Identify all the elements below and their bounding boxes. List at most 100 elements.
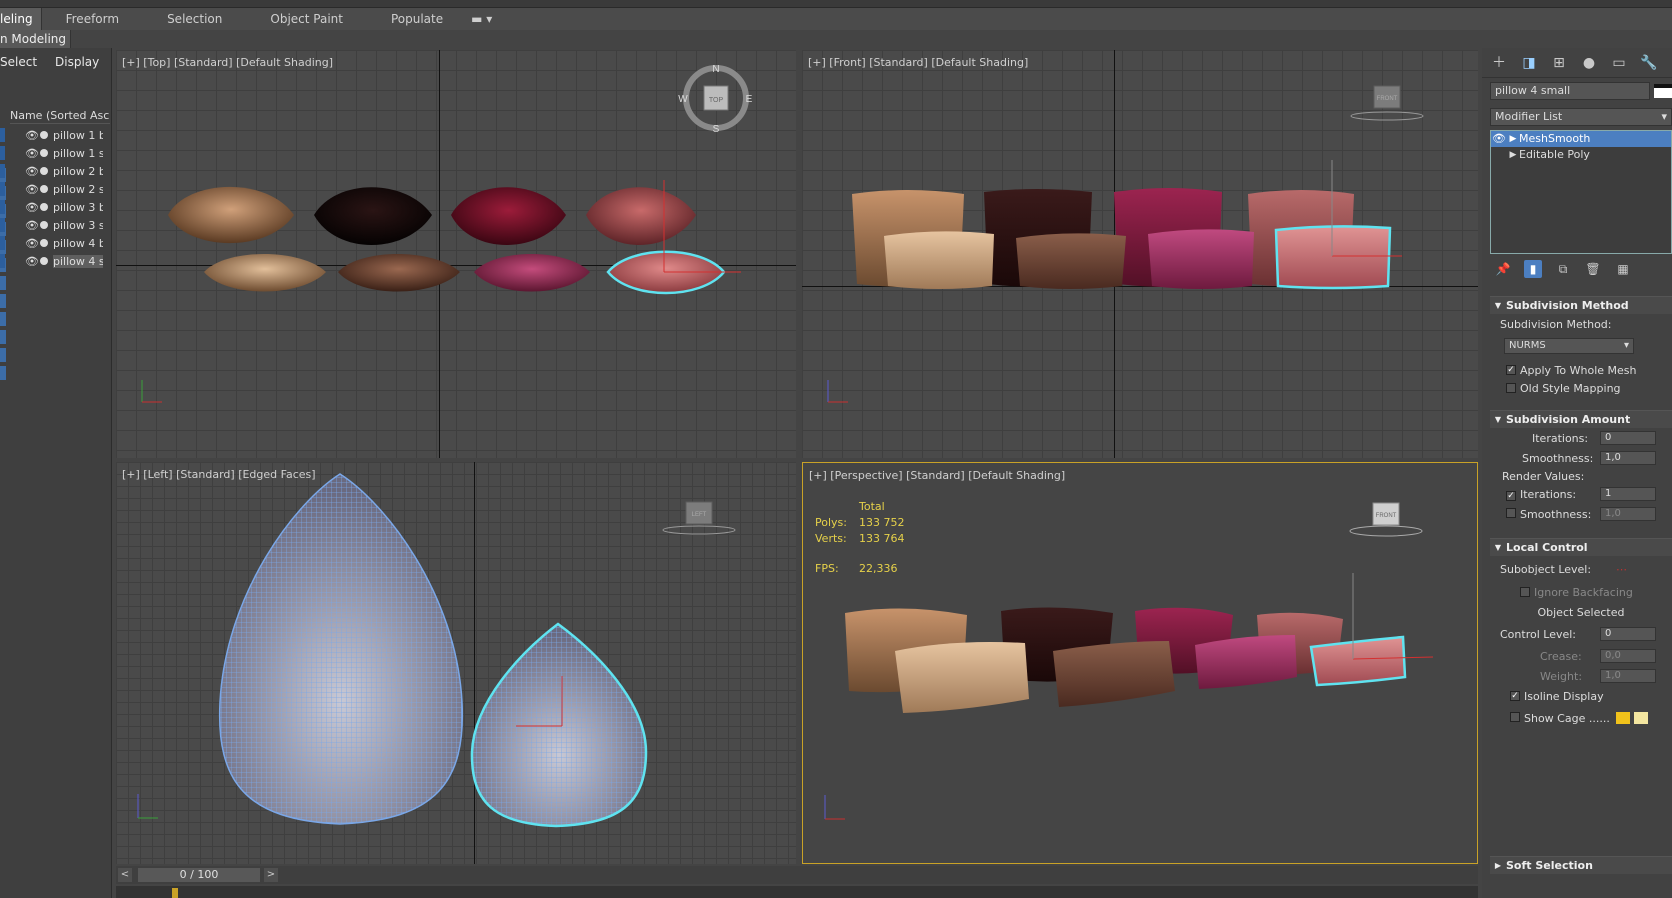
utilities-tab-icon[interactable]: 🔧: [1640, 54, 1658, 72]
front-view-scene: FRONT: [827, 85, 1424, 403]
eye-icon[interactable]: 👁: [25, 255, 39, 268]
crease-spinner[interactable]: 0,0: [1600, 649, 1656, 663]
cage-selection-color-swatch[interactable]: [1633, 712, 1648, 724]
command-panel: ＋ ◨ ⊞ ● ▭ 🔧 pillow 4 small Modifier List…: [1482, 48, 1672, 898]
next-frame-button[interactable]: >: [264, 868, 278, 882]
rollout-header[interactable]: ▼ Subdivision Method: [1490, 296, 1672, 314]
filter-icon[interactable]: [0, 348, 6, 362]
rollout-header[interactable]: ▼ Local Control: [1490, 538, 1672, 556]
pin-icon[interactable]: 📌: [1494, 260, 1512, 278]
render-iterations-checkbox[interactable]: ✓ Iterations:: [1506, 488, 1576, 501]
configure-icon[interactable]: ▦: [1614, 260, 1632, 278]
eye-icon[interactable]: 👁: [1491, 131, 1507, 147]
old-style-mapping-checkbox[interactable]: Old Style Mapping: [1490, 380, 1672, 396]
eye-icon[interactable]: 👁: [25, 183, 39, 196]
stack-item-editable-poly[interactable]: ▶ Editable Poly: [1491, 147, 1671, 163]
viewport-front[interactable]: [+] [Front] [Standard] [Default Shading]…: [802, 50, 1478, 458]
ribbon-options-icon[interactable]: ▬ ▾: [467, 8, 496, 30]
ribbon-subbar: n Modeling: [0, 30, 1672, 48]
modifier-stack: 👁 ▶ MeshSmooth ▶ Editable Poly: [1490, 130, 1672, 254]
command-panel-tabs: ＋ ◨ ⊞ ● ▭ 🔧: [1482, 48, 1672, 78]
object-name: pillow 4 sm: [53, 254, 103, 268]
ribbon-panel-label[interactable]: n Modeling: [0, 30, 72, 48]
stack-item-label: Editable Poly: [1519, 148, 1590, 161]
object-icon: [40, 167, 48, 175]
show-cage-checkbox[interactable]: Show Cage ......: [1510, 711, 1610, 725]
render-smoothness-spinner[interactable]: 1,0: [1600, 507, 1656, 521]
filter-icon[interactable]: [0, 276, 6, 290]
stack-item-meshsmooth[interactable]: 👁 ▶ MeshSmooth: [1491, 131, 1671, 147]
apply-whole-mesh-checkbox[interactable]: ✓ Apply To Whole Mesh: [1490, 360, 1672, 380]
track-bar[interactable]: [116, 886, 1478, 898]
filter-icon[interactable]: [0, 330, 6, 344]
viewport-perspective[interactable]: [+] [Perspective] [Standard] [Default Sh…: [802, 462, 1478, 864]
isoline-display-checkbox[interactable]: ✓ Isoline Display: [1490, 686, 1672, 706]
eye-icon[interactable]: 👁: [25, 129, 39, 142]
create-tab-icon[interactable]: ＋: [1490, 54, 1508, 72]
explorer-menu-select[interactable]: Select: [0, 55, 37, 69]
explorer-menu-display[interactable]: Display: [55, 55, 99, 69]
iterations-spinner[interactable]: 0: [1600, 431, 1656, 445]
tab-modeling[interactable]: leling: [0, 8, 42, 30]
eye-icon[interactable]: 👁: [25, 165, 39, 178]
subdivision-method-dropdown[interactable]: NURMS ▾: [1504, 338, 1634, 354]
modifier-list-dropdown[interactable]: Modifier List ▾: [1490, 108, 1672, 126]
list-item[interactable]: 👁 pillow 3 big: [0, 198, 112, 216]
list-item[interactable]: 👁 pillow 1 big: [0, 126, 112, 144]
eye-icon[interactable]: 👁: [25, 201, 39, 214]
eye-icon[interactable]: 👁: [25, 219, 39, 232]
expand-icon[interactable]: ▶: [1507, 147, 1519, 163]
trash-icon[interactable]: 🗑: [1584, 260, 1602, 278]
rollout-header[interactable]: ▼ Subdivision Amount: [1490, 410, 1672, 428]
list-item[interactable]: 👁 pillow 3 sm: [0, 216, 112, 234]
filter-icon[interactable]: [0, 366, 6, 380]
tab-freeform[interactable]: Freeform: [42, 8, 143, 30]
rollout-local-control: ▼ Local Control Subobject Level: ⋯ Ignore …: [1490, 538, 1672, 730]
make-unique-icon[interactable]: ⧉: [1554, 260, 1572, 278]
render-iterations-spinner[interactable]: 1: [1600, 487, 1656, 501]
viewport-top[interactable]: [+] [Top] [Standard] [Default Shading] T…: [116, 50, 796, 458]
ignore-backfacing-checkbox[interactable]: Ignore Backfacing: [1490, 582, 1672, 602]
time-slider[interactable]: 0 / 100: [138, 868, 260, 882]
object-selected-text: Object Selected: [1537, 605, 1625, 619]
perspective-scene: FRONT: [824, 502, 1434, 820]
render-smoothness-checkbox[interactable]: Smoothness:: [1506, 507, 1591, 521]
cage-color-swatch[interactable]: [1615, 712, 1630, 724]
tab-selection[interactable]: Selection: [143, 8, 246, 30]
object-icon: [40, 257, 48, 265]
list-item[interactable]: 👁 pillow 4 big: [0, 234, 112, 252]
rollout-subdivision-method: ▼ Subdivision Method Subdivision Method: …: [1490, 296, 1672, 396]
tab-object-paint[interactable]: Object Paint: [246, 8, 367, 30]
filter-icon[interactable]: [0, 294, 6, 308]
object-name-field[interactable]: pillow 4 small: [1490, 82, 1650, 100]
filter-icon[interactable]: [0, 312, 6, 326]
rollout-header[interactable]: ▶ Soft Selection: [1490, 856, 1672, 874]
expand-icon[interactable]: ▶: [1507, 131, 1519, 147]
list-item-selected[interactable]: 👁 pillow 4 sm: [0, 252, 112, 270]
prev-frame-button[interactable]: <: [118, 868, 132, 882]
show-end-result-icon[interactable]: ▮: [1524, 260, 1542, 278]
viewcube-top-label: TOP: [709, 97, 724, 104]
render-iterations-row: ✓ Iterations: 1: [1490, 484, 1672, 504]
modify-tab-icon[interactable]: ◨: [1520, 54, 1538, 72]
display-tab-icon[interactable]: ▭: [1610, 54, 1628, 72]
weight-spinner[interactable]: 1,0: [1600, 669, 1656, 683]
control-level-spinner[interactable]: 0: [1600, 627, 1656, 641]
list-item[interactable]: 👁 pillow 1 sm: [0, 144, 112, 162]
list-item[interactable]: 👁 pillow 2 big: [0, 162, 112, 180]
explorer-column-header[interactable]: Name (Sorted Ascen: [10, 108, 110, 124]
vertex-icon[interactable]: ⋯: [1616, 563, 1627, 576]
timeline-bar: < 0 / 100 >: [116, 866, 1478, 884]
compass-s: S: [713, 124, 720, 135]
viewport-left[interactable]: [+] [Left] [Standard] [Edged Faces] LEFT: [116, 462, 796, 864]
object-color-swatch[interactable]: [1654, 84, 1672, 98]
smoothness-spinner[interactable]: 1,0: [1600, 451, 1656, 465]
tab-populate[interactable]: Populate: [367, 8, 467, 30]
list-item[interactable]: 👁 pillow 2 sm: [0, 180, 112, 198]
ribbon-tabs: leling Freeform Selection Object Paint P…: [0, 8, 1672, 30]
ribbon-top-strip: [0, 0, 1672, 8]
eye-icon[interactable]: 👁: [25, 237, 39, 250]
hierarchy-tab-icon[interactable]: ⊞: [1550, 54, 1568, 72]
eye-icon[interactable]: 👁: [25, 147, 39, 160]
motion-tab-icon[interactable]: ●: [1580, 54, 1598, 72]
